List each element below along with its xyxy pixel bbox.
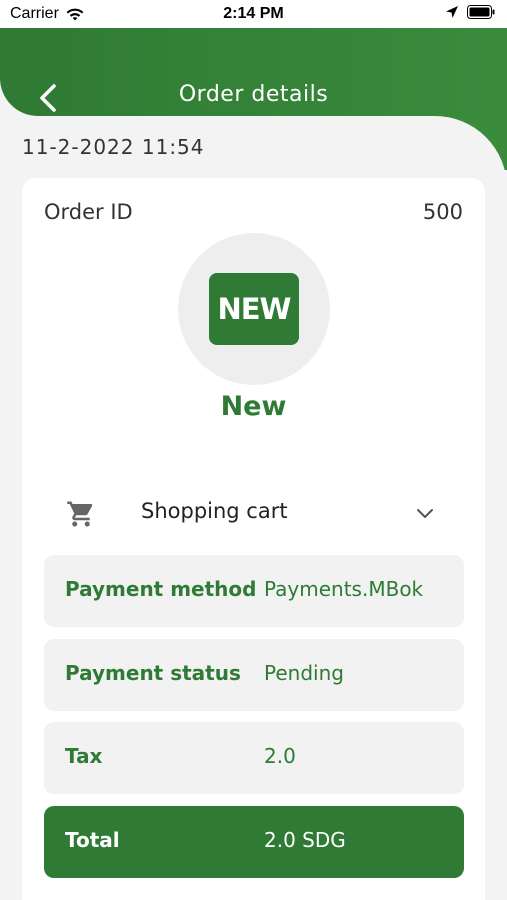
total-value: 2.0 SDG [264,828,346,852]
payment-status-value: Pending [264,661,344,685]
new-badge-icon: NEW [209,273,299,345]
total-label: Total [65,828,120,852]
tax-label: Tax [65,744,103,768]
payment-status-label: Payment status [65,661,241,685]
payment-method-label: Payment method [65,577,257,601]
status-bar-time: 2:14 PM [223,5,284,22]
status-bar: Carrier 2:14 PM [0,0,507,28]
location-arrow-icon [446,6,458,18]
shopping-cart-label: Shopping cart [141,499,288,523]
total-row: Total 2.0 SDG [44,806,464,878]
page-title: Order details [178,82,329,107]
payment-method-value: Payments.MBok [264,577,424,601]
order-date-clip: 11-2-2022 11:54 [22,135,322,157]
shopping-cart-icon [67,501,93,527]
order-card: Order ID 500 NEW New Shopping cart Payme… [22,178,485,900]
tax-value: 2.0 [264,744,296,768]
status-icon-circle: NEW [178,233,330,385]
chevron-down-icon [417,509,433,518]
payment-method-row: Payment method Payments.MBok [44,555,464,627]
battery-icon [467,5,495,19]
status-bar-right [445,5,495,19]
shopping-cart-toggle[interactable]: Shopping cart [22,488,485,538]
tax-row: Tax 2.0 [44,722,464,794]
payment-status-row: Payment status Pending [44,639,464,711]
order-id-value: 500 [422,200,463,224]
order-status: New [220,391,287,422]
order-date: 11-2-2022 11:54 [22,135,205,157]
header-bar: Order details [0,28,507,116]
order-id-label: Order ID [44,200,133,224]
